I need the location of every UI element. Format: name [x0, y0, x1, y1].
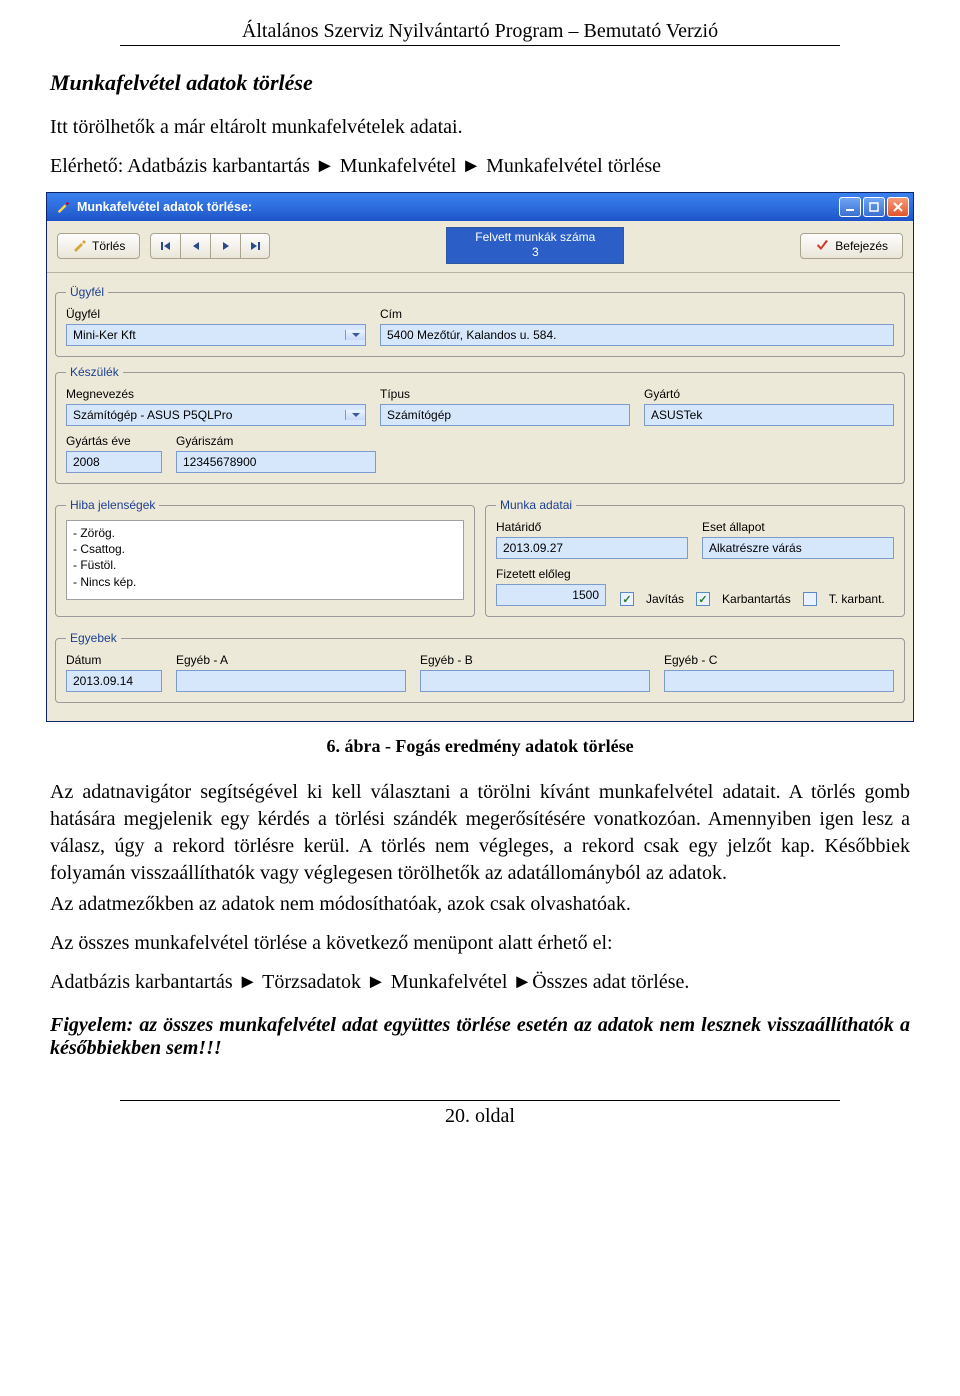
- field-ugyfel-value: Mini-Ker Kft: [67, 328, 345, 342]
- check-icon: [815, 239, 829, 253]
- body-para-3: Adatbázis karbantartás ► Törzsadatok ► M…: [50, 969, 910, 996]
- body-para-1: Az adatnavigátor segítségével ki kell vá…: [50, 779, 910, 887]
- field-cim-value: 5400 Mezőtúr, Kalandos u. 584.: [387, 328, 556, 342]
- field-eloleg[interactable]: 1500: [496, 584, 606, 606]
- field-megnevezes[interactable]: Számítógép - ASUS P5QLPro: [66, 404, 366, 426]
- field-gyarto[interactable]: ASUSTek: [644, 404, 894, 426]
- group-ugyfel: Ügyfél Ügyfél Mini-Ker Kft Cím 5400 Mező…: [55, 285, 905, 357]
- field-eset-value: Alkatrészre várás: [709, 541, 802, 555]
- label-cim: Cím: [380, 307, 894, 321]
- delete-button-label: Törlés: [92, 239, 125, 253]
- dialog-window: Munkafelvétel adatok törlése: Törlés Fel…: [46, 192, 914, 722]
- field-datum[interactable]: 2013.09.14: [66, 670, 162, 692]
- field-hiba[interactable]: - Zörög. - Csattog. - Füstöl. - Nincs ké…: [66, 520, 464, 600]
- legend-hiba: Hiba jelenségek: [66, 498, 159, 512]
- label-megnevezes: Megnevezés: [66, 387, 366, 401]
- record-navigator: [150, 233, 270, 259]
- nav-first-button[interactable]: [150, 233, 180, 259]
- label-chk-tkarb: T. karbant.: [829, 592, 885, 606]
- legend-egyebek: Egyebek: [66, 631, 121, 645]
- nav-prev-button[interactable]: [180, 233, 210, 259]
- section-title: Munkafelvétel adatok törlése: [50, 70, 910, 96]
- menu-path: Elérhető: Adatbázis karbantartás ► Munka…: [50, 153, 910, 180]
- finish-button-label: Befejezés: [835, 239, 888, 253]
- record-count-box: Felvett munkák száma 3: [446, 227, 624, 264]
- window-titlebar[interactable]: Munkafelvétel adatok törlése:: [47, 193, 913, 221]
- label-hatarido: Határidő: [496, 520, 688, 534]
- close-button[interactable]: [887, 197, 909, 217]
- finish-button[interactable]: Befejezés: [800, 233, 903, 259]
- chevron-down-icon[interactable]: [345, 410, 365, 420]
- group-hiba: Hiba jelenségek - Zörög. - Csattog. - Fü…: [55, 498, 475, 617]
- checkbox-karbantartas[interactable]: [696, 592, 710, 606]
- hiba-line: - Zörög.: [73, 525, 457, 541]
- field-cim[interactable]: 5400 Mezőtúr, Kalandos u. 584.: [380, 324, 894, 346]
- record-count-value: 3: [475, 245, 595, 260]
- field-ugyfel[interactable]: Mini-Ker Kft: [66, 324, 366, 346]
- field-egyB[interactable]: [420, 670, 650, 692]
- footer-divider: [120, 1100, 840, 1101]
- figure-caption: 6. ábra - Fogás eredmény adatok törlése: [50, 736, 910, 757]
- checkbox-tkarbant[interactable]: [803, 592, 817, 606]
- pencil-icon: [72, 239, 86, 253]
- document-page: Általános Szerviz Nyilvántartó Program –…: [0, 0, 960, 1168]
- label-egyA: Egyéb - A: [176, 653, 406, 667]
- form-area: Ügyfél Ügyfél Mini-Ker Kft Cím 5400 Mező…: [47, 273, 913, 721]
- hiba-line: - Füstöl.: [73, 557, 457, 573]
- nav-last-button[interactable]: [240, 233, 270, 259]
- checkbox-javitas[interactable]: [620, 592, 634, 606]
- hiba-line: - Csattog.: [73, 541, 457, 557]
- label-datum: Dátum: [66, 653, 162, 667]
- label-chk-karb: Karbantartás: [722, 592, 791, 606]
- field-gyev[interactable]: 2008: [66, 451, 162, 473]
- intro-paragraph: Itt törölhetők a már eltárolt munkafelvé…: [50, 114, 910, 141]
- field-megnevezes-value: Számítógép - ASUS P5QLPro: [67, 408, 345, 422]
- app-icon: [55, 199, 71, 215]
- field-tipus-value: Számítógép: [387, 408, 451, 422]
- window-title: Munkafelvétel adatok törlése:: [77, 200, 839, 214]
- field-gyev-value: 2008: [73, 455, 100, 469]
- group-munka: Munka adatai Határidő 2013.09.27 Eset ál…: [485, 498, 905, 617]
- field-eset[interactable]: Alkatrészre várás: [702, 537, 894, 559]
- field-egyA[interactable]: [176, 670, 406, 692]
- body-para-1b: Az adatmezőkben az adatok nem módosíthat…: [50, 891, 910, 918]
- field-datum-value: 2013.09.14: [73, 674, 133, 688]
- record-count-label: Felvett munkák száma: [475, 230, 595, 245]
- chevron-down-icon[interactable]: [345, 330, 365, 340]
- document-header: Általános Szerviz Nyilvántartó Program –…: [120, 20, 840, 46]
- hiba-line: - Nincs kép.: [73, 574, 457, 590]
- field-gyszam[interactable]: 12345678900: [176, 451, 376, 473]
- field-hatarido[interactable]: 2013.09.27: [496, 537, 688, 559]
- field-gyarto-value: ASUSTek: [651, 408, 702, 422]
- field-tipus[interactable]: Számítógép: [380, 404, 630, 426]
- page-number: 20. oldal: [50, 1105, 910, 1128]
- legend-ugyfel: Ügyfél: [66, 285, 108, 299]
- toolbar: Törlés Felvett munkák száma 3 Befejezés: [47, 221, 913, 273]
- field-egyC[interactable]: [664, 670, 894, 692]
- group-egyebek: Egyebek Dátum 2013.09.14 Egyéb - A Egyéb…: [55, 631, 905, 703]
- maximize-button[interactable]: [863, 197, 885, 217]
- field-gyszam-value: 12345678900: [183, 455, 256, 469]
- label-egyB: Egyéb - B: [420, 653, 650, 667]
- field-eloleg-value: 1500: [572, 588, 599, 602]
- nav-next-button[interactable]: [210, 233, 240, 259]
- body-para-2: Az összes munkafelvétel törlése a követk…: [50, 930, 910, 957]
- field-hatarido-value: 2013.09.27: [503, 541, 563, 555]
- label-eloleg: Fizetett előleg: [496, 567, 606, 581]
- legend-keszulek: Készülék: [66, 365, 123, 379]
- label-gyarto: Gyártó: [644, 387, 894, 401]
- label-ugyfel: Ügyfél: [66, 307, 366, 321]
- legend-munka: Munka adatai: [496, 498, 576, 512]
- window-controls: [839, 197, 909, 217]
- delete-button[interactable]: Törlés: [57, 233, 140, 259]
- group-keszulek: Készülék Megnevezés Számítógép - ASUS P5…: [55, 365, 905, 484]
- label-tipus: Típus: [380, 387, 630, 401]
- label-eset: Eset állapot: [702, 520, 894, 534]
- label-gyszam: Gyáriszám: [176, 434, 376, 448]
- label-chk-javitas: Javítás: [646, 592, 684, 606]
- minimize-button[interactable]: [839, 197, 861, 217]
- label-gyev: Gyártás éve: [66, 434, 162, 448]
- label-egyC: Egyéb - C: [664, 653, 894, 667]
- warning-paragraph: Figyelem: az összes munkafelvétel adat e…: [50, 1014, 910, 1060]
